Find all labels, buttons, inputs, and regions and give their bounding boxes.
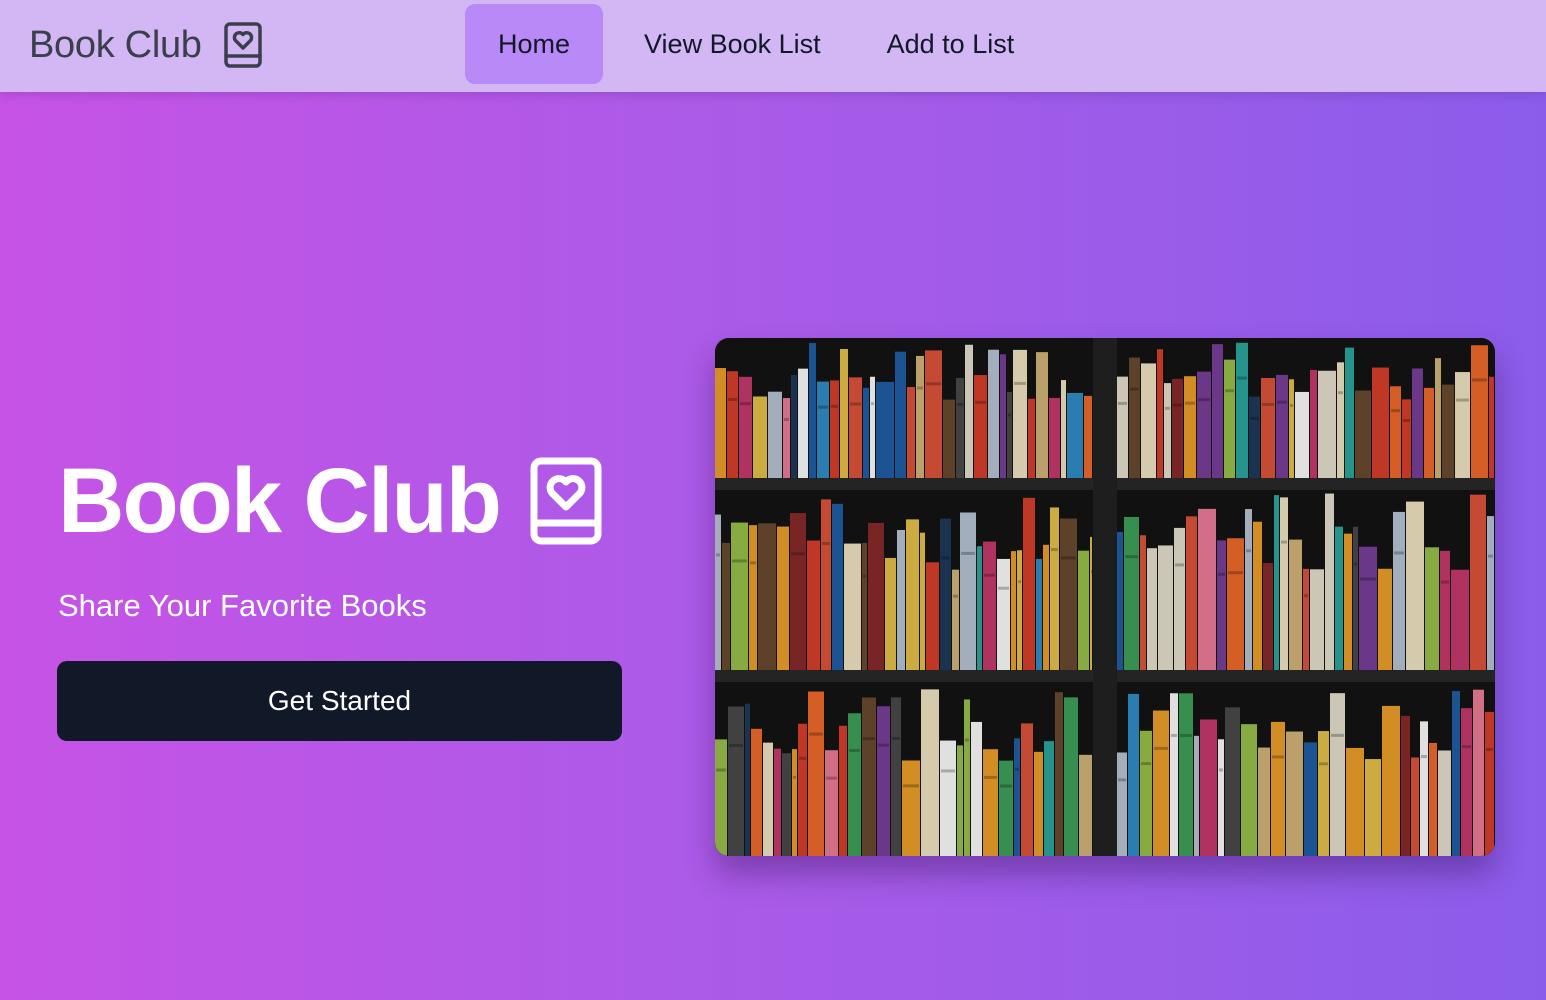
hero-title-row: Book Club xyxy=(58,455,602,547)
hero-title: Book Club xyxy=(58,450,502,552)
nav-links: Home View Book List Add to List xyxy=(465,4,1047,84)
bookshelf-image xyxy=(715,338,1495,856)
hero-subtitle: Share Your Favorite Books xyxy=(58,588,427,623)
brand-title: Book Club xyxy=(29,23,202,66)
brand[interactable]: Book Club xyxy=(29,20,262,70)
get-started-button[interactable]: Get Started xyxy=(57,661,622,741)
image-shade xyxy=(715,338,1495,856)
book-heart-icon xyxy=(530,457,602,545)
nav-link-add-to-list[interactable]: Add to List xyxy=(854,4,1048,84)
book-heart-icon xyxy=(223,22,262,68)
nav-link-view-book-list[interactable]: View Book List xyxy=(611,4,854,84)
nav-link-home[interactable]: Home xyxy=(465,4,604,84)
top-navbar: Book Club Home View Book List Add to Lis… xyxy=(0,0,1546,92)
